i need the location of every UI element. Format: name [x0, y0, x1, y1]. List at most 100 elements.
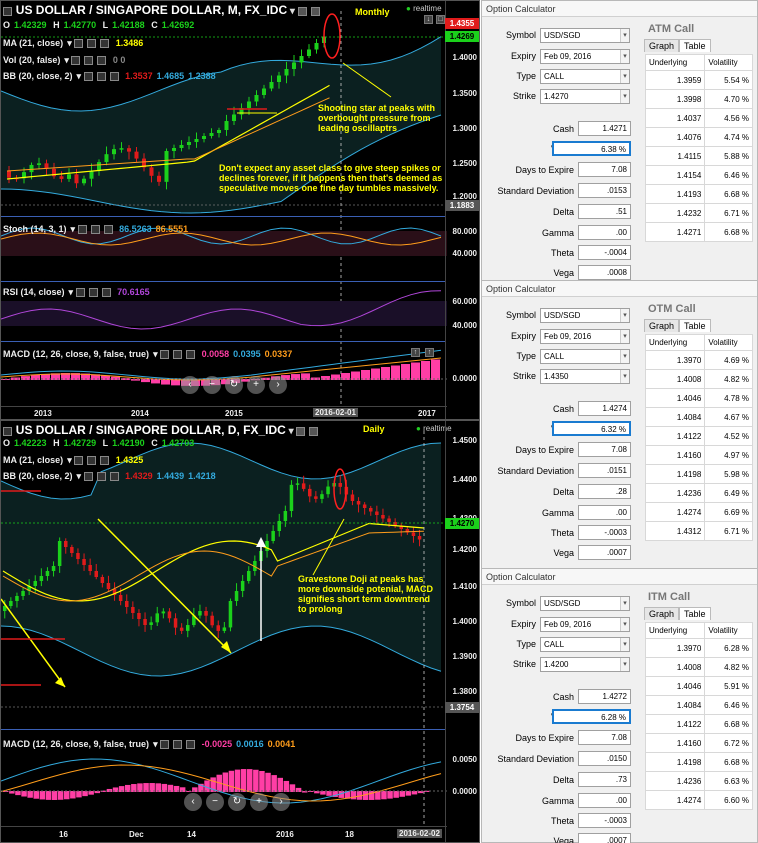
table-row[interactable]: 1.4198 5.98 %	[644, 464, 753, 484]
close-icon[interactable]	[109, 472, 119, 482]
expiry-field[interactable]: Feb 09, 2016 ▾	[540, 49, 630, 64]
dropdown-arrow-icon[interactable]: ▾	[620, 638, 629, 651]
expiry-field[interactable]: Feb 09, 2016 ▾	[540, 329, 630, 344]
gear-icon[interactable]	[84, 56, 94, 66]
zoom-out-icon[interactable]: −	[206, 793, 224, 811]
gear-icon[interactable]	[96, 472, 106, 482]
volatility-field[interactable]: 6.32 %	[552, 421, 631, 436]
scroll-left-icon[interactable]: ‹	[181, 376, 199, 394]
macd-indicator[interactable]: MACD (12, 26, close, 9, false, true) ▾ -0…	[3, 739, 299, 750]
type-field[interactable]: CALL ▾	[540, 69, 630, 84]
cash-field[interactable]: 1.4272	[578, 689, 631, 704]
table-row[interactable]: 1.4076 4.74 %	[644, 127, 753, 147]
pane-divider[interactable]	[1, 281, 445, 282]
move-down-icon[interactable]: ↑	[425, 348, 434, 357]
close-icon[interactable]	[100, 39, 110, 49]
type-field[interactable]: CALL ▾	[540, 349, 630, 364]
gear-icon[interactable]	[96, 72, 106, 82]
zoom-in-icon[interactable]: +	[247, 376, 265, 394]
dropdown-arrow-icon[interactable]: ▾	[620, 309, 629, 322]
eye-icon[interactable]	[83, 472, 93, 482]
eye-icon[interactable]	[74, 456, 84, 466]
move-up-icon[interactable]: ↑	[411, 348, 420, 357]
table-row[interactable]: 1.4232 6.71 %	[644, 203, 753, 223]
table-row[interactable]: 1.4008 4.82 %	[644, 657, 753, 677]
close-icon[interactable]	[101, 288, 111, 298]
tab-table[interactable]: Table	[679, 319, 711, 332]
gear-icon[interactable]	[88, 288, 98, 298]
table-row[interactable]: 1.4312 6.71 %	[644, 521, 753, 541]
table-row[interactable]: 1.4274 6.60 %	[644, 790, 753, 810]
reset-icon[interactable]: ↻	[225, 376, 243, 394]
col-volatility[interactable]: Volatility	[704, 54, 753, 71]
eye-icon[interactable]	[74, 39, 84, 49]
reset-icon[interactable]: ↻	[228, 793, 246, 811]
gear-icon[interactable]	[173, 740, 183, 750]
table-row[interactable]: 1.4154 6.46 %	[644, 165, 753, 185]
collapse-icon[interactable]	[3, 6, 12, 16]
dropdown-arrow-icon[interactable]: ▾	[620, 597, 629, 610]
eye-icon[interactable]	[77, 225, 87, 235]
bb-indicator[interactable]: BB (20, close, 2) ▾ 1.3537 1.4685 1.2388	[3, 71, 220, 82]
strike-field[interactable]: 1.4200 ▾	[540, 657, 630, 672]
chevron-down-icon[interactable]: ▾	[290, 6, 295, 17]
col-underlying[interactable]: Underlying	[644, 334, 706, 351]
table-row[interactable]: 1.4198 6.68 %	[644, 752, 753, 772]
table-row[interactable]: 1.3959 5.54 %	[644, 70, 753, 90]
table-row[interactable]: 1.4115 5.88 %	[644, 146, 753, 166]
ma-indicator[interactable]: MA (21, close) ▾ 1.4325	[3, 455, 147, 466]
daily-chart[interactable]: US DOLLAR / SINGAPORE DOLLAR, D, FX_IDC …	[0, 420, 480, 843]
cash-field[interactable]: 1.4274	[578, 401, 631, 416]
eye-icon[interactable]	[75, 288, 85, 298]
table-row[interactable]: 1.4236 6.63 %	[644, 771, 753, 791]
close-icon[interactable]	[186, 740, 196, 750]
close-icon[interactable]	[100, 456, 110, 466]
symbol-field[interactable]: USD/SGD ▾	[540, 28, 630, 43]
tab-graph[interactable]: Graph	[644, 607, 680, 620]
dropdown-arrow-icon[interactable]: ▾	[620, 370, 629, 383]
tab-table[interactable]: Table	[679, 39, 711, 52]
eye-icon[interactable]	[71, 56, 81, 66]
daily-price-axis[interactable]: 1.4500 1.4400 1.4300 1.4270 1.4200 1.410…	[445, 421, 479, 842]
table-row[interactable]: 1.4122 4.52 %	[644, 426, 753, 446]
strike-field[interactable]: 1.4270 ▾	[540, 89, 630, 104]
chevron-down-icon[interactable]: ▾	[289, 426, 294, 437]
table-row[interactable]: 1.3998 4.70 %	[644, 89, 753, 109]
vol-indicator[interactable]: Vol (20, false) ▾ 0 0	[3, 55, 129, 66]
scroll-right-icon[interactable]: ›	[272, 793, 290, 811]
dropdown-arrow-icon[interactable]: ▾	[620, 70, 629, 83]
pane-divider[interactable]	[1, 216, 445, 217]
collapse-icon[interactable]	[3, 426, 12, 436]
move-up-icon[interactable]: ↓	[424, 15, 433, 24]
cash-field[interactable]: 1.4271	[578, 121, 631, 136]
table-row[interactable]: 1.4046 5.91 %	[644, 676, 753, 696]
table-row[interactable]: 1.4037 4.56 %	[644, 108, 753, 128]
table-row[interactable]: 1.4160 6.72 %	[644, 733, 753, 753]
zoom-in-icon[interactable]: +	[250, 793, 268, 811]
table-row[interactable]: 1.3970 4.69 %	[644, 350, 753, 370]
stoch-indicator[interactable]: Stoch (14, 3, 1) ▾ 86.5263 86.5551	[3, 224, 192, 235]
close-icon[interactable]	[109, 72, 119, 82]
tab-table[interactable]: Table	[679, 607, 711, 620]
gear-icon[interactable]	[87, 456, 97, 466]
zoom-out-icon[interactable]: −	[203, 376, 221, 394]
table-row[interactable]: 1.4046 4.78 %	[644, 388, 753, 408]
rsi-indicator[interactable]: RSI (14, close) ▾ 70.6165	[3, 287, 154, 298]
settings-icon[interactable]	[296, 426, 306, 436]
table-row[interactable]: 1.4193 6.68 %	[644, 184, 753, 204]
eye-icon[interactable]	[83, 72, 93, 82]
close-icon[interactable]	[186, 350, 196, 360]
close-icon[interactable]	[310, 6, 320, 16]
monthly-chart[interactable]: US DOLLAR / SINGAPORE DOLLAR, M, FX_IDC …	[0, 0, 480, 420]
symbol-field[interactable]: USD/SGD ▾	[540, 308, 630, 323]
volatility-field[interactable]: 6.28 %	[552, 709, 631, 724]
eye-icon[interactable]	[160, 350, 170, 360]
table-row[interactable]: 1.4008 4.82 %	[644, 369, 753, 389]
gear-icon[interactable]	[173, 350, 183, 360]
dropdown-arrow-icon[interactable]: ▾	[620, 350, 629, 363]
tab-graph[interactable]: Graph	[644, 319, 680, 332]
monthly-time-axis[interactable]: 2013 2014 2015 2016-02-01 2017	[1, 406, 447, 419]
dropdown-arrow-icon[interactable]: ▾	[620, 330, 629, 343]
daily-time-axis[interactable]: 16 Dec 14 2016 18 2016-02-02	[1, 826, 447, 842]
bb-indicator[interactable]: BB (20, close, 2) ▾ 1.4329 1.4439 1.4218	[3, 471, 220, 482]
